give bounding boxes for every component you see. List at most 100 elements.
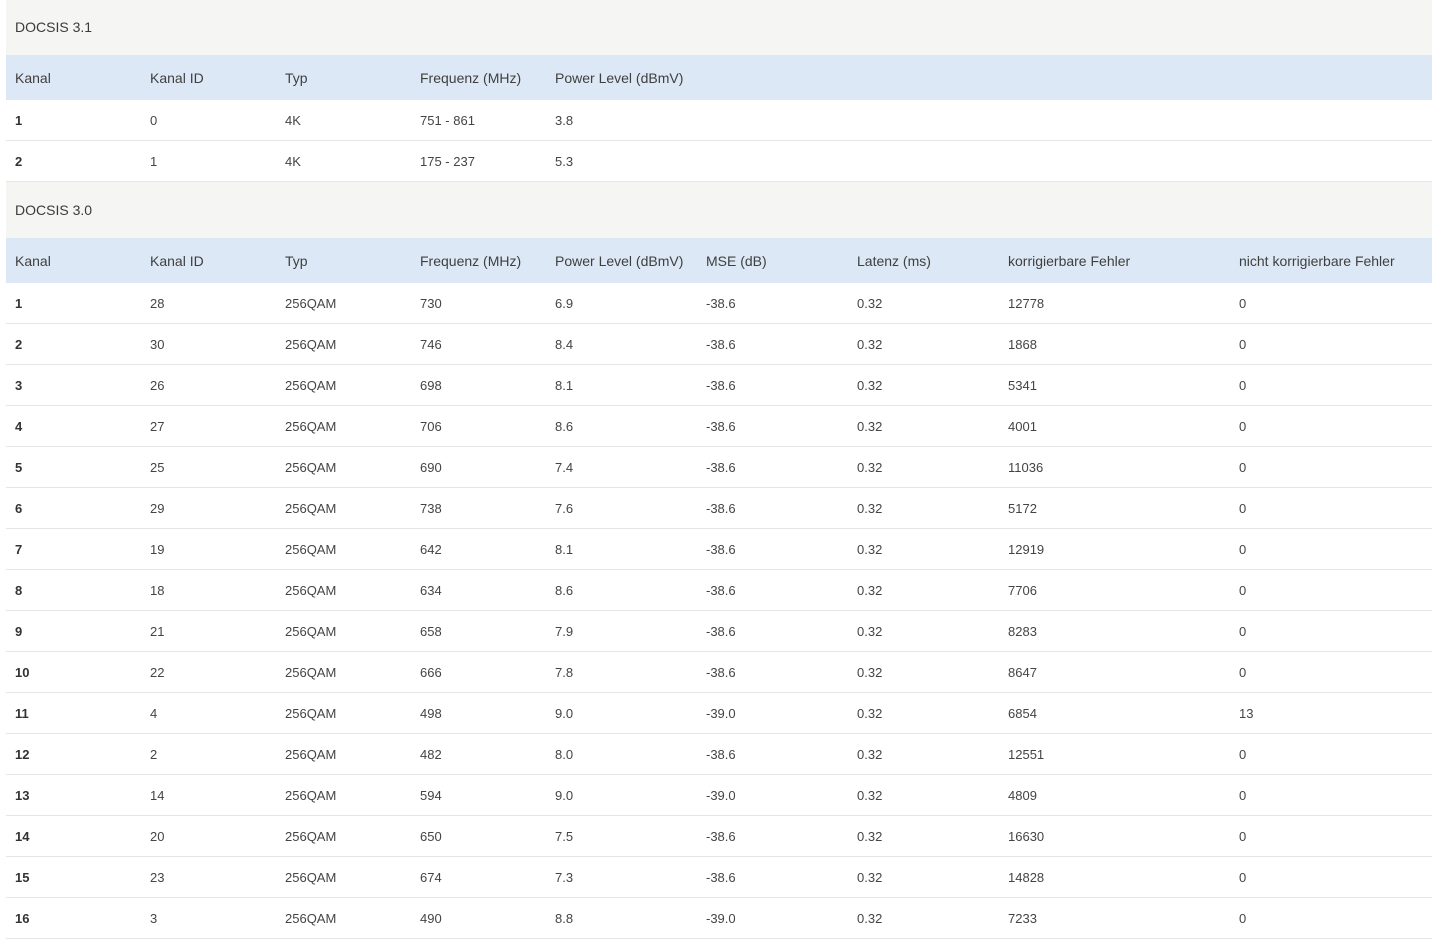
table-cell: 7.5 bbox=[546, 815, 697, 857]
docsis31-title: DOCSIS 3.1 bbox=[6, 0, 1432, 55]
channel-number-cell: 11 bbox=[6, 692, 141, 734]
table-cell: -38.6 bbox=[697, 815, 848, 857]
table-cell: 0.32 bbox=[848, 692, 999, 734]
table-cell: 0 bbox=[1230, 283, 1432, 324]
table-cell: 12919 bbox=[999, 528, 1230, 570]
table-cell: 256QAM bbox=[276, 856, 411, 898]
table-cell: 256QAM bbox=[276, 569, 411, 611]
channel-number-cell: 9 bbox=[6, 610, 141, 652]
table-cell: 256QAM bbox=[276, 733, 411, 775]
table-cell: 5.3 bbox=[546, 140, 1432, 182]
table-cell: 26 bbox=[141, 364, 276, 406]
table-row: 7 19 256QAM 642 8.1 -38.6 0.32 12919 0 bbox=[6, 528, 1432, 570]
table-cell: 4809 bbox=[999, 774, 1230, 816]
table-row: 4 27 256QAM 706 8.6 -38.6 0.32 4001 0 bbox=[6, 405, 1432, 447]
table-cell: 29 bbox=[141, 487, 276, 529]
table-cell: 658 bbox=[411, 610, 546, 652]
channel-number-cell: 4 bbox=[6, 405, 141, 447]
table-cell: 4K bbox=[276, 140, 411, 182]
table-cell: -38.6 bbox=[697, 856, 848, 898]
table-cell: 256QAM bbox=[276, 528, 411, 570]
docsis31-header-row: Kanal Kanal ID Typ Frequenz (MHz) Power … bbox=[6, 55, 1432, 100]
table-cell: -38.6 bbox=[697, 487, 848, 529]
table-cell: 0.32 bbox=[848, 446, 999, 488]
table-cell: 4K bbox=[276, 100, 411, 141]
channel-number-cell: 16 bbox=[6, 897, 141, 939]
table-cell: 22 bbox=[141, 651, 276, 693]
channel-number-cell: 2 bbox=[6, 140, 141, 182]
table-cell: 7.6 bbox=[546, 487, 697, 529]
column-header: Typ bbox=[285, 252, 308, 269]
table-cell: 7.3 bbox=[546, 856, 697, 898]
column-header: Typ bbox=[285, 69, 308, 86]
docsis31-table: Kanal Kanal ID Typ Frequenz (MHz) Power … bbox=[6, 55, 1432, 182]
channel-number-cell: 10 bbox=[6, 651, 141, 693]
table-cell: 12551 bbox=[999, 733, 1230, 775]
table-cell: 9.0 bbox=[546, 692, 697, 734]
table-cell: 0.32 bbox=[848, 897, 999, 939]
table-row: 1 28 256QAM 730 6.9 -38.6 0.32 12778 0 bbox=[6, 283, 1432, 324]
table-row: 11 4 256QAM 498 9.0 -39.0 0.32 6854 13 bbox=[6, 692, 1432, 734]
table-cell: 674 bbox=[411, 856, 546, 898]
table-cell: 0 bbox=[1230, 651, 1432, 693]
channel-number-cell: 14 bbox=[6, 815, 141, 857]
table-row: 2 1 4K 175 - 237 5.3 bbox=[6, 140, 1432, 182]
table-cell: 4001 bbox=[999, 405, 1230, 447]
table-cell: 14 bbox=[141, 774, 276, 816]
table-cell: 490 bbox=[411, 897, 546, 939]
table-cell: 256QAM bbox=[276, 692, 411, 734]
table-cell: 175 - 237 bbox=[411, 140, 546, 182]
table-cell: 0.32 bbox=[848, 610, 999, 652]
table-cell: 498 bbox=[411, 692, 546, 734]
table-cell: 0.32 bbox=[848, 815, 999, 857]
channel-number-cell: 13 bbox=[6, 774, 141, 816]
channel-number-cell: 1 bbox=[6, 283, 141, 324]
table-cell: 20 bbox=[141, 815, 276, 857]
table-cell: -39.0 bbox=[697, 692, 848, 734]
column-header: Power Level (dBmV) bbox=[555, 69, 684, 86]
table-cell: 25 bbox=[141, 446, 276, 488]
column-header: nicht korrigierbare Fehler bbox=[1239, 252, 1395, 269]
column-header: Kanal ID bbox=[150, 69, 204, 86]
table-row: 6 29 256QAM 738 7.6 -38.6 0.32 5172 0 bbox=[6, 487, 1432, 529]
table-cell: 256QAM bbox=[276, 487, 411, 529]
docsis30-title: DOCSIS 3.0 bbox=[6, 182, 1432, 238]
table-cell: -38.6 bbox=[697, 405, 848, 447]
table-cell: 0.32 bbox=[848, 323, 999, 365]
column-header: Power Level (dBmV) bbox=[555, 252, 684, 269]
table-cell: 256QAM bbox=[276, 815, 411, 857]
table-cell: 0 bbox=[1230, 733, 1432, 775]
table-cell: -38.6 bbox=[697, 446, 848, 488]
table-cell: 27 bbox=[141, 405, 276, 447]
table-cell: 690 bbox=[411, 446, 546, 488]
table-cell: 16630 bbox=[999, 815, 1230, 857]
table-cell: 746 bbox=[411, 323, 546, 365]
channel-number-cell: 2 bbox=[6, 323, 141, 365]
table-cell: 0.32 bbox=[848, 856, 999, 898]
table-cell: -38.6 bbox=[697, 569, 848, 611]
table-cell: 0 bbox=[1230, 610, 1432, 652]
table-cell: 9.0 bbox=[546, 774, 697, 816]
table-cell: 0.32 bbox=[848, 733, 999, 775]
table-row: 14 20 256QAM 650 7.5 -38.6 0.32 16630 0 bbox=[6, 815, 1432, 857]
table-row: 8 18 256QAM 634 8.6 -38.6 0.32 7706 0 bbox=[6, 569, 1432, 611]
table-cell: 0.32 bbox=[848, 774, 999, 816]
table-cell: 738 bbox=[411, 487, 546, 529]
table-cell: 13 bbox=[1230, 692, 1432, 734]
table-row: 5 25 256QAM 690 7.4 -38.6 0.32 11036 0 bbox=[6, 446, 1432, 488]
table-cell: 8.6 bbox=[546, 569, 697, 611]
table-cell: 8.8 bbox=[546, 897, 697, 939]
table-row: 15 23 256QAM 674 7.3 -38.6 0.32 14828 0 bbox=[6, 856, 1432, 898]
column-header: Frequenz (MHz) bbox=[420, 69, 522, 86]
table-cell: 5341 bbox=[999, 364, 1230, 406]
table-cell: 28 bbox=[141, 283, 276, 324]
table-cell: -39.0 bbox=[697, 774, 848, 816]
table-cell: 0.32 bbox=[848, 283, 999, 324]
column-header: Kanal ID bbox=[150, 252, 204, 269]
channel-number-cell: 7 bbox=[6, 528, 141, 570]
table-cell: 666 bbox=[411, 651, 546, 693]
table-cell: 0 bbox=[1230, 364, 1432, 406]
column-header: Frequenz (MHz) bbox=[420, 252, 522, 269]
table-cell: 0 bbox=[1230, 856, 1432, 898]
table-row: 10 22 256QAM 666 7.8 -38.6 0.32 8647 0 bbox=[6, 651, 1432, 693]
